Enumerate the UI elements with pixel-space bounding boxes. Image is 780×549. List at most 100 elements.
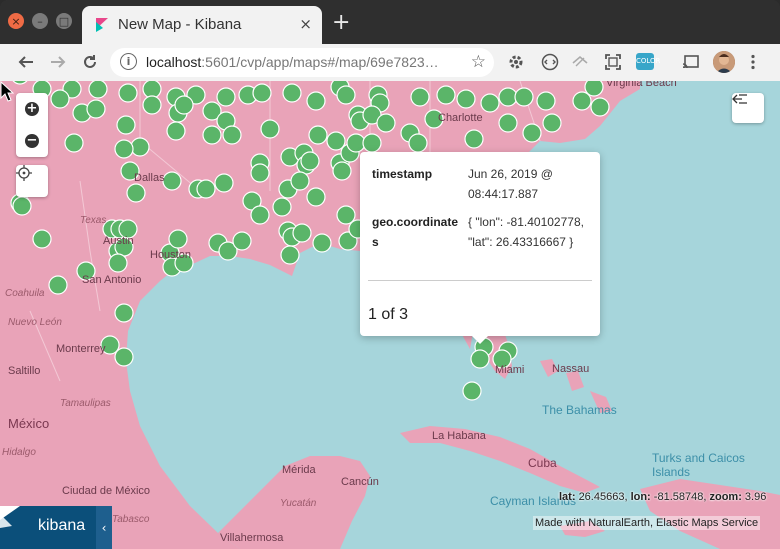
- map-point-marker[interactable]: [214, 173, 234, 193]
- map-point-marker[interactable]: [456, 89, 476, 109]
- back-arrow-icon[interactable]: [14, 50, 38, 74]
- map-canvas[interactable]: Virginia Beach Charlotte Dallas Texas Au…: [0, 81, 780, 549]
- map-point-marker[interactable]: [308, 125, 328, 145]
- map-attribution[interactable]: Made with NaturalEarth, Elastic Maps Ser…: [533, 516, 761, 530]
- map-point-marker[interactable]: [408, 133, 428, 153]
- window-maximize-button[interactable]: □: [56, 13, 72, 29]
- map-point-marker[interactable]: [196, 179, 216, 199]
- layer-panel-toggle-button[interactable]: [732, 93, 764, 123]
- map-point-marker[interactable]: [202, 125, 222, 145]
- window-minimize-button[interactable]: –: [32, 13, 48, 29]
- kibana-home-link[interactable]: kibana: [0, 506, 96, 549]
- map-point-marker[interactable]: [260, 119, 280, 139]
- set-view-button[interactable]: [16, 165, 48, 197]
- address-bar[interactable]: i localhost:5601/cvp/app/maps#/map/69e78…: [110, 48, 494, 77]
- map-point-marker[interactable]: [362, 133, 382, 153]
- extension-gear-icon[interactable]: [504, 50, 528, 74]
- reload-icon[interactable]: [78, 50, 102, 74]
- tab-close-icon[interactable]: ×: [299, 15, 312, 33]
- map-point-marker[interactable]: [48, 275, 68, 295]
- map-label-city: Mérida: [282, 464, 316, 476]
- map-point-marker[interactable]: [410, 87, 430, 107]
- map-label-country: Cuba: [528, 456, 557, 470]
- map-point-marker[interactable]: [252, 83, 272, 103]
- map-point-marker[interactable]: [88, 81, 108, 99]
- map-point-marker[interactable]: [498, 113, 518, 133]
- map-point-marker[interactable]: [222, 125, 242, 145]
- browser-menu-icon[interactable]: [741, 50, 765, 74]
- extension-code-icon[interactable]: [538, 50, 562, 74]
- map-point-marker[interactable]: [168, 229, 188, 249]
- map-label-city: San Antonio: [82, 274, 142, 286]
- map-point-marker[interactable]: [306, 187, 326, 207]
- map-point-marker[interactable]: [522, 123, 542, 143]
- map-point-marker[interactable]: [32, 229, 52, 249]
- kibana-logo-icon: [0, 506, 20, 528]
- map-point-marker[interactable]: [514, 87, 534, 107]
- map-point-marker[interactable]: [126, 183, 146, 203]
- forward-arrow-icon[interactable]: [46, 50, 70, 74]
- site-info-icon[interactable]: i: [120, 53, 137, 70]
- profile-avatar[interactable]: [713, 51, 735, 73]
- map-point-marker[interactable]: [436, 85, 456, 105]
- map-point-marker[interactable]: [590, 97, 610, 117]
- map-point-marker[interactable]: [250, 205, 270, 225]
- map-point-marker[interactable]: [130, 137, 150, 157]
- map-point-marker[interactable]: [536, 91, 556, 111]
- map-point-marker[interactable]: [280, 245, 300, 265]
- zoom-out-button[interactable]: −: [16, 125, 48, 157]
- collapse-arrow-icon: [732, 94, 747, 104]
- map-point-marker[interactable]: [470, 349, 490, 369]
- map-point-marker[interactable]: [114, 139, 134, 159]
- map-point-marker[interactable]: [336, 85, 356, 105]
- browser-tab[interactable]: New Map - Kibana ×: [82, 6, 322, 44]
- map-point-marker[interactable]: [584, 81, 604, 97]
- nav-collapse-chevron-icon[interactable]: ‹: [96, 506, 112, 549]
- map-point-marker[interactable]: [116, 115, 136, 135]
- map-point-marker[interactable]: [462, 381, 482, 401]
- map-point-marker[interactable]: [290, 171, 310, 191]
- tooltip-divider: [368, 280, 592, 281]
- extension-color-badge-icon[interactable]: COLOR: [636, 53, 660, 70]
- map-point-marker[interactable]: [464, 129, 484, 149]
- map-point-marker[interactable]: [250, 163, 270, 183]
- map-point-marker[interactable]: [282, 83, 302, 103]
- bookmark-star-icon[interactable]: ☆: [471, 52, 486, 72]
- map-point-marker[interactable]: [306, 91, 326, 111]
- tooltip-pagination[interactable]: 1 of 3: [368, 306, 408, 324]
- extension-screenshot-icon[interactable]: [601, 50, 625, 74]
- extension-eye-icon[interactable]: [568, 50, 592, 74]
- map-point-marker[interactable]: [118, 83, 138, 103]
- map-point-marker[interactable]: [332, 161, 352, 181]
- map-point-marker[interactable]: [216, 87, 236, 107]
- map-point-marker[interactable]: [50, 89, 70, 109]
- zoom-in-button[interactable]: +: [16, 93, 48, 125]
- cast-icon[interactable]: [679, 50, 703, 74]
- map-point-marker[interactable]: [312, 233, 332, 253]
- crosshair-icon: [16, 165, 32, 181]
- map-point-marker[interactable]: [542, 113, 562, 133]
- map-point-marker[interactable]: [300, 151, 320, 171]
- map-point-marker[interactable]: [376, 113, 396, 133]
- map-point-marker[interactable]: [86, 99, 106, 119]
- map-point-marker[interactable]: [12, 196, 32, 216]
- map-point-marker[interactable]: [346, 133, 366, 153]
- zoom-controls: + −: [16, 93, 48, 157]
- map-point-marker[interactable]: [114, 303, 134, 323]
- map-point-marker[interactable]: [232, 231, 252, 251]
- map-point-marker[interactable]: [166, 121, 186, 141]
- map-point-marker[interactable]: [142, 95, 162, 115]
- map-point-marker[interactable]: [480, 93, 500, 113]
- map-point-marker[interactable]: [108, 253, 128, 273]
- map-point-marker[interactable]: [272, 197, 292, 217]
- window-close-button[interactable]: ×: [8, 13, 24, 29]
- new-tab-button[interactable]: +: [332, 12, 350, 34]
- browser-toolbar: i localhost:5601/cvp/app/maps#/map/69e78…: [0, 44, 780, 82]
- map-point-marker[interactable]: [292, 223, 312, 243]
- map-point-marker[interactable]: [498, 87, 518, 107]
- map-point-marker[interactable]: [174, 95, 194, 115]
- map-point-marker[interactable]: [114, 347, 134, 367]
- map-point-marker[interactable]: [162, 171, 182, 191]
- map-label-state: Tabasco: [112, 514, 150, 525]
- map-point-marker[interactable]: [64, 133, 84, 153]
